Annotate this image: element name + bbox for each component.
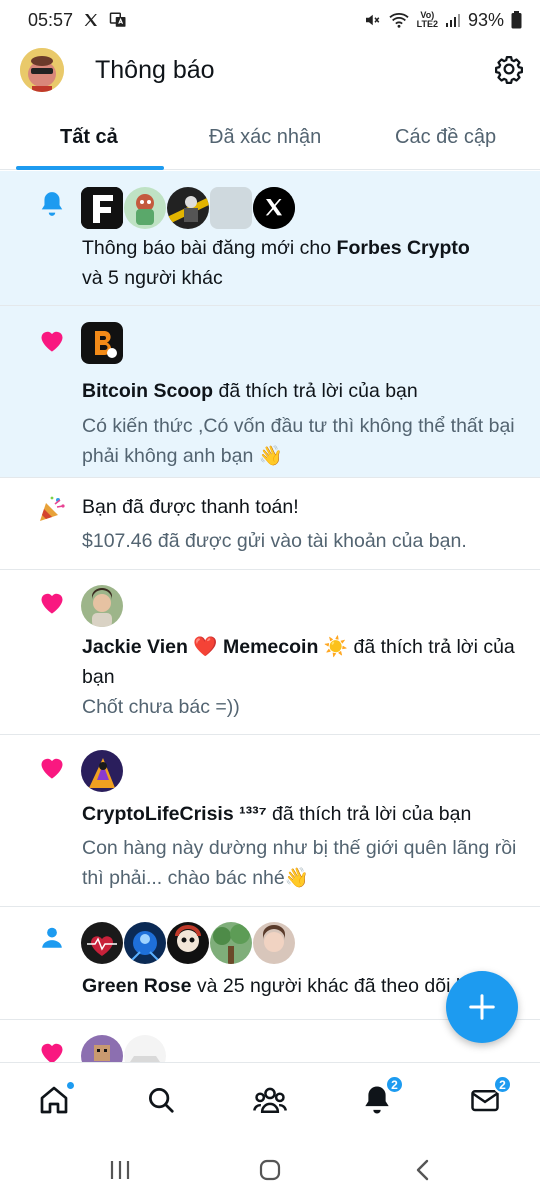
bell-icon (37, 189, 67, 219)
back-icon[interactable] (408, 1156, 438, 1184)
notification-item[interactable]: Bitcoin Scoop đã thích trả lời của bạn C… (0, 306, 540, 478)
status-time: 05:57 (28, 9, 74, 30)
system-navigation-bar (0, 1140, 540, 1200)
avatar[interactable] (210, 922, 252, 964)
notification-list: Thông báo bài đăng mới cho Forbes Crypto… (0, 171, 540, 1080)
avatar-group (81, 750, 123, 792)
status-right: Vo) LTE2 93% (363, 10, 522, 31)
signal-icon (445, 12, 461, 28)
notifications-badge: 2 (385, 1075, 404, 1094)
battery-icon (511, 11, 522, 29)
account-name[interactable]: Green Rose (82, 975, 191, 997)
avatar[interactable] (81, 585, 123, 627)
avatar[interactable] (81, 322, 123, 364)
wifi-icon (388, 11, 410, 29)
avatar-group (81, 322, 123, 364)
notification-text-post: và 5 người khác (82, 267, 223, 289)
heart-icon (37, 587, 67, 617)
avatar[interactable] (81, 922, 123, 964)
plus-icon (469, 994, 495, 1020)
avatar[interactable] (253, 922, 295, 964)
tab-all[interactable]: Tất cả (60, 126, 118, 149)
volte-icon: Vo) LTE2 (416, 10, 438, 29)
tab-verified[interactable]: Đã xác nhận (209, 126, 321, 149)
notification-text: Thông báo bài đăng mới cho Forbes Crypto… (82, 233, 522, 293)
person-icon (37, 923, 67, 953)
notification-text: Jackie Vien ❤️ Memecoin ☀️ đã thích trả … (82, 632, 522, 692)
battery-percent: 93% (467, 9, 504, 30)
status-left: 05:57 (28, 10, 127, 31)
reply-preview: Con hàng này dường như bị thế giới quên … (82, 837, 517, 889)
profile-avatar[interactable] (20, 48, 64, 92)
notification-action: đã thích trả lời của bạn (266, 803, 472, 825)
avatar[interactable] (81, 187, 123, 229)
x-logo-icon (83, 12, 99, 28)
notification-text-pre: Thông báo bài đăng mới cho (82, 237, 337, 259)
notification-tabs: Tất cả Đã xác nhận Các đề cập (0, 112, 540, 170)
status-bar: 05:57 Vo) LTE2 93% (0, 0, 540, 40)
avatar[interactable] (253, 187, 295, 229)
avatar[interactable] (167, 922, 209, 964)
translate-icon (109, 11, 127, 29)
page-title: Thông báo (95, 56, 215, 84)
bottom-nav: 2 2 (0, 1062, 540, 1140)
notification-item[interactable]: Bạn đã được thanh toán! $107.46 đã được … (0, 478, 540, 570)
notification-item[interactable]: Jackie Vien ❤️ Memecoin ☀️ đã thích trả … (0, 570, 540, 735)
notification-item[interactable]: Thông báo bài đăng mới cho Forbes Crypto… (0, 171, 540, 306)
notifications-icon[interactable]: 2 (360, 1075, 404, 1117)
messages-icon[interactable]: 2 (468, 1075, 512, 1117)
account-name[interactable]: Jackie Vien ❤️ Memecoin ☀️ (82, 636, 348, 658)
party-popper-icon (37, 494, 67, 524)
reply-preview: Chốt chưa bác =)) (82, 696, 240, 718)
notification-text: Bitcoin Scoop đã thích trả lời của bạn (82, 376, 522, 406)
messages-badge: 2 (493, 1075, 512, 1094)
avatar[interactable] (210, 187, 252, 229)
account-name[interactable]: CryptoLifeCrisis ¹³³⁷ (82, 803, 267, 825)
heart-icon (37, 752, 67, 782)
recent-apps-icon[interactable] (105, 1156, 135, 1184)
notification-action: và 25 người khác đã theo dõi bạn (191, 975, 489, 997)
avatar[interactable] (167, 187, 209, 229)
reply-preview: Có kiến thức ,Có vốn đầu tư thì không th… (82, 415, 515, 467)
home-unread-dot (66, 1081, 75, 1090)
mute-icon (363, 11, 381, 29)
app-header: Thông báo (0, 42, 540, 104)
home-icon[interactable] (37, 1081, 75, 1117)
avatar[interactable] (81, 750, 123, 792)
payment-detail: $107.46 đã được gửi vào tài khoản của bạ… (82, 530, 467, 552)
avatar-group (81, 585, 123, 627)
avatar-group (81, 187, 295, 229)
settings-icon[interactable] (494, 54, 524, 84)
tab-mentions[interactable]: Các đề cập (395, 126, 496, 149)
avatar[interactable] (124, 187, 166, 229)
search-icon[interactable] (144, 1083, 178, 1117)
notification-text: Green Rose và 25 người khác đã theo dõi … (82, 971, 488, 1001)
account-name[interactable]: Bitcoin Scoop (82, 380, 213, 402)
payment-title: Bạn đã được thanh toán! (82, 496, 299, 518)
home-button-icon[interactable] (255, 1156, 285, 1184)
compose-button[interactable] (446, 971, 518, 1043)
notification-action: đã thích trả lời của bạn (213, 380, 418, 402)
notification-item[interactable]: CryptoLifeCrisis ¹³³⁷ đã thích trả lời c… (0, 735, 540, 907)
heart-icon (37, 325, 67, 355)
avatar[interactable] (124, 922, 166, 964)
account-name[interactable]: Forbes Crypto (337, 237, 470, 259)
notification-text: CryptoLifeCrisis ¹³³⁷ đã thích trả lời c… (82, 799, 522, 829)
active-tab-indicator (16, 166, 164, 170)
avatar-group (81, 922, 295, 964)
communities-icon[interactable] (253, 1083, 287, 1117)
